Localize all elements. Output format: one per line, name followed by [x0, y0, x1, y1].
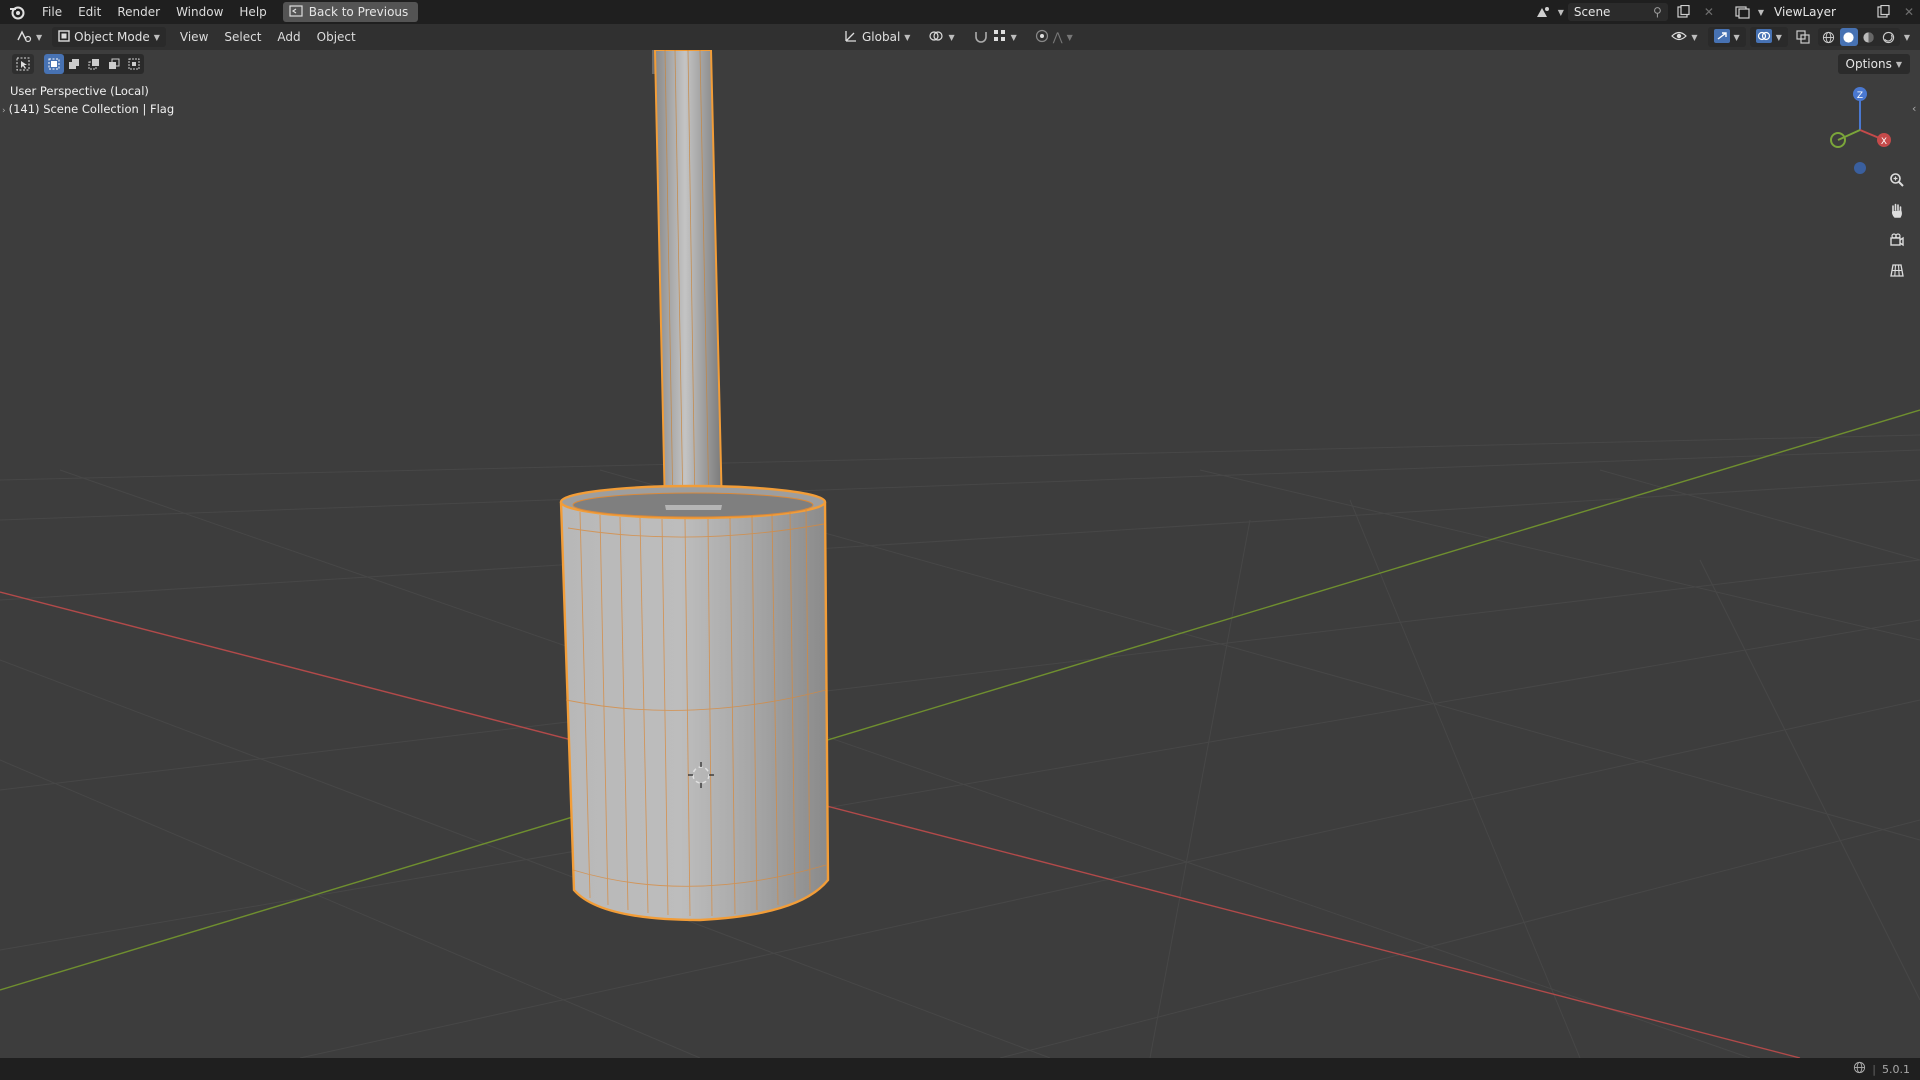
navigation-gizmo[interactable]: Z X: [1820, 84, 1900, 174]
blender-logo-icon[interactable]: [0, 0, 34, 24]
grid-view-icon[interactable]: [1884, 257, 1910, 283]
menu-file[interactable]: File: [34, 0, 70, 24]
globe-icon: [1853, 1061, 1866, 1077]
proportional-edit-toggle[interactable]: ⋀ ▼: [1029, 27, 1079, 47]
back-to-previous-button[interactable]: Back to Previous: [282, 2, 419, 22]
object-mode-dropdown[interactable]: Object Mode ▼: [52, 27, 166, 47]
select-tool-icon[interactable]: [12, 54, 34, 74]
options-dropdown[interactable]: Options ▼: [1837, 54, 1910, 74]
view-layer-text: ViewLayer: [1774, 5, 1836, 19]
view-perspective-label: User Perspective (Local): [10, 84, 149, 98]
version-label: 5.0.1: [1882, 1062, 1910, 1076]
editor-type-icon: [16, 29, 32, 46]
new-scene-icon[interactable]: [1672, 3, 1694, 21]
snap-toggle[interactable]: ▼: [967, 27, 1023, 47]
x-axis-line: [0, 591, 1801, 1058]
viewport-right-controls: ▼ ▼ ▼ ▼: [1665, 27, 1910, 47]
pivot-point-dropdown[interactable]: ▼: [922, 27, 960, 47]
chevron-down-icon: ▼: [1757, 7, 1764, 17]
chevron-down-icon: ▼: [1557, 7, 1564, 17]
gizmo-z-label: Z: [1857, 91, 1863, 101]
viewport-scene: [0, 50, 1920, 1058]
select-subtract-icon[interactable]: [84, 54, 104, 74]
status-bar: | 5.0.1: [0, 1058, 1920, 1080]
camera-icon[interactable]: [1884, 227, 1910, 253]
transform-orientation-dropdown[interactable]: Global ▼: [838, 27, 916, 47]
select-invert-icon[interactable]: [104, 54, 124, 74]
editor-type-dropdown[interactable]: ▼: [10, 27, 48, 47]
chevron-right-icon[interactable]: ›: [2, 106, 6, 116]
top-bar: File Edit Render Window Help Back to Pre…: [0, 0, 1920, 24]
menu-select[interactable]: Select: [216, 25, 269, 49]
collection-info-label: › (141) Scene Collection | Flag: [2, 102, 175, 116]
gizmo-x-label: X: [1881, 137, 1887, 147]
chevron-left-icon[interactable]: ‹: [1912, 102, 1920, 118]
close-view-layer-icon[interactable]: ✕: [1898, 3, 1920, 21]
object-mode-label: Object Mode: [74, 30, 150, 44]
menu-view[interactable]: View: [172, 25, 216, 49]
snap-icon: [973, 29, 989, 46]
transform-orientation-icon: [844, 29, 858, 46]
menu-help[interactable]: Help: [231, 0, 274, 24]
scene-name-text: Scene: [1573, 5, 1611, 19]
pivot-point-icon: [928, 29, 944, 46]
view-layer-icon[interactable]: [1732, 3, 1754, 21]
top-right-controls: ▼ Scene ⚲ ✕ ▼ ViewLayer ✕: [1532, 0, 1920, 24]
snap-grid-icon: [993, 29, 1007, 46]
material-shading-icon[interactable]: [1860, 28, 1878, 46]
xray-toggle-icon[interactable]: [1792, 28, 1814, 46]
solid-shading-icon[interactable]: [1839, 28, 1858, 46]
select-new-icon[interactable]: [44, 54, 64, 74]
view-layer-field[interactable]: ViewLayer: [1768, 3, 1868, 21]
wireframe-shading-icon[interactable]: [1820, 28, 1838, 46]
scene-name-field[interactable]: Scene ⚲: [1567, 3, 1668, 21]
select-extend-icon[interactable]: [64, 54, 84, 74]
close-scene-icon[interactable]: ✕: [1698, 3, 1720, 21]
menu-add[interactable]: Add: [269, 25, 308, 49]
menu-window[interactable]: Window: [168, 0, 231, 24]
eye-icon: [1671, 30, 1688, 45]
back-icon: [289, 4, 303, 20]
y-axis-line: [0, 409, 1920, 991]
overlays-icon: [1755, 28, 1772, 46]
object-mode-icon: [58, 29, 70, 45]
flag-base-cylinder: [559, 484, 830, 922]
gizmo-dropdown[interactable]: ▼: [1707, 27, 1746, 47]
flag-pole: [652, 50, 724, 511]
visibility-dropdown[interactable]: ▼: [1665, 27, 1703, 47]
transform-orientation-label: Global: [862, 30, 901, 44]
menu-object[interactable]: Object: [309, 25, 364, 49]
pin-icon[interactable]: ⚲: [1653, 5, 1662, 19]
overlays-dropdown[interactable]: ▼: [1749, 27, 1788, 47]
floor-grid: [0, 434, 1920, 1058]
selection-mode-group: [44, 54, 144, 74]
3d-viewport[interactable]: User Perspective (Local) › (141) Scene Co…: [0, 50, 1920, 1058]
gizmo-neg-z-axis[interactable]: [1854, 162, 1866, 174]
proportional-edit-icon: [1035, 29, 1049, 46]
scene-selector-icon[interactable]: [1532, 3, 1554, 21]
zoom-icon[interactable]: [1884, 167, 1910, 193]
back-to-previous-label: Back to Previous: [308, 5, 409, 19]
rendered-shading-icon[interactable]: [1880, 28, 1898, 46]
chevron-down-icon[interactable]: ▼: [1904, 33, 1910, 42]
options-label: Options: [1845, 57, 1892, 71]
toolbar-row: [12, 54, 144, 74]
shading-mode-group: [1817, 28, 1900, 46]
pan-hand-icon[interactable]: [1884, 197, 1910, 223]
new-view-layer-icon[interactable]: [1872, 3, 1894, 21]
falloff-icon: ⋀: [1052, 30, 1063, 44]
menu-edit[interactable]: Edit: [70, 0, 109, 24]
collection-info-text: (141) Scene Collection | Flag: [8, 102, 175, 116]
viewport-header: ▼ Object Mode ▼ View Select Add Object G…: [0, 24, 1920, 50]
select-intersect-icon[interactable]: [124, 54, 144, 74]
transform-controls: Global ▼ ▼ ▼ ⋀ ▼: [838, 27, 1079, 47]
menu-render[interactable]: Render: [109, 0, 168, 24]
gizmo-icon: [1713, 28, 1730, 46]
status-separator: |: [1872, 1062, 1876, 1076]
